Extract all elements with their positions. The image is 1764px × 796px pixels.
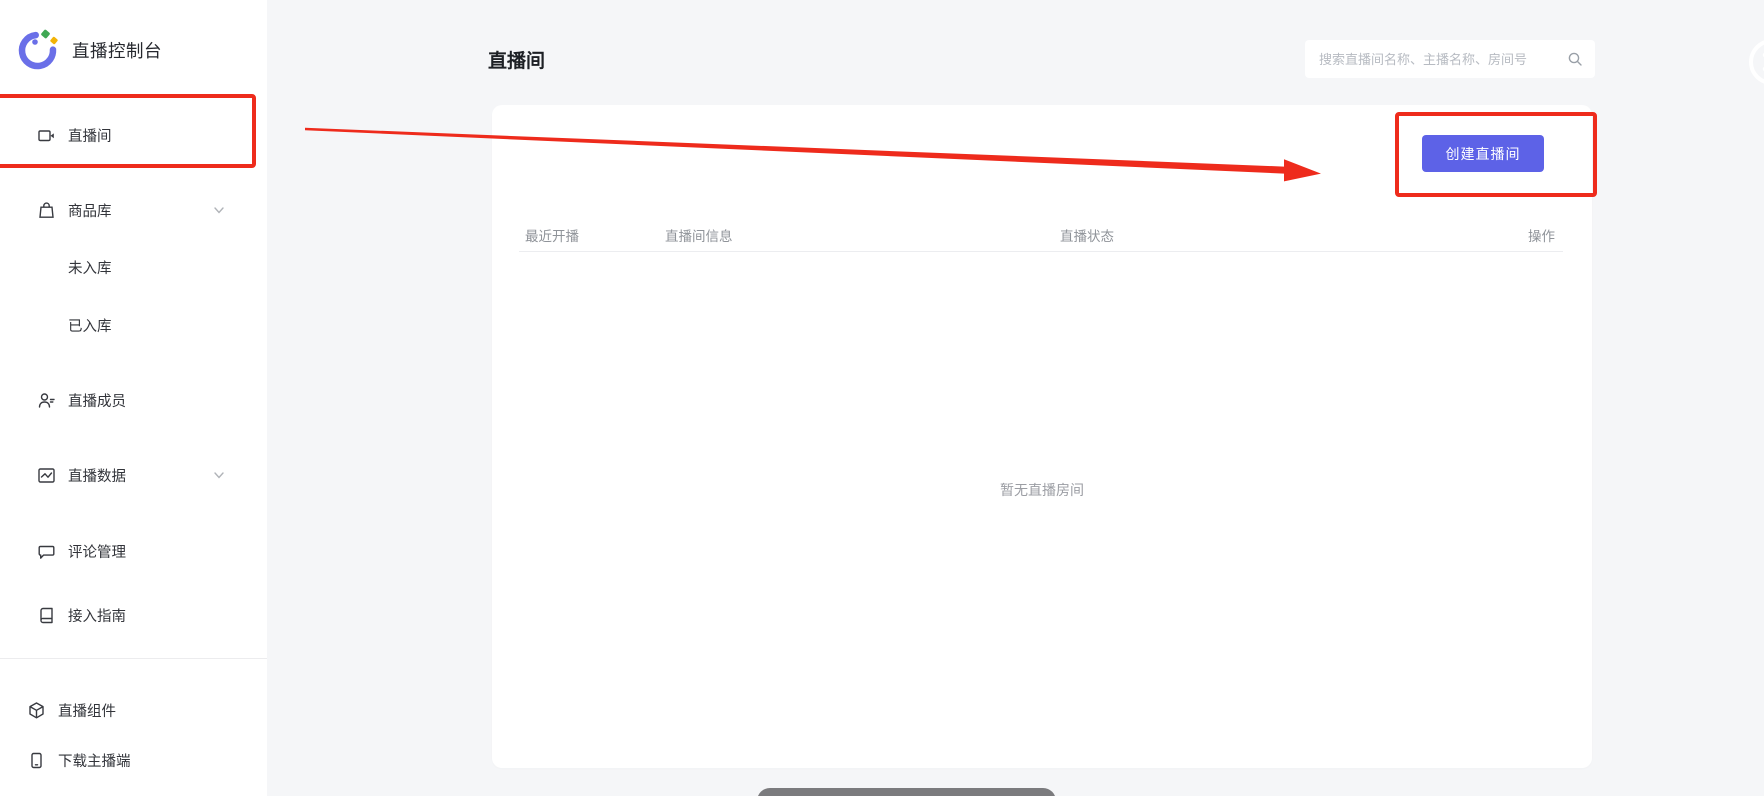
member-person-icon [37,391,56,410]
sidebar-item-label: 直播间 [68,125,112,146]
comment-bubble-icon [37,542,56,561]
chevron-down-icon[interactable] [212,468,226,482]
create-live-room-button[interactable]: 创建直播间 [1422,135,1544,172]
sidebar-divider [0,658,267,659]
phone-icon [27,751,46,770]
sidebar-item-download-anchor-client[interactable]: 下载主播端 [0,740,267,780]
column-header-recent-broadcast: 最近开播 [525,225,579,245]
sidebar-item-access-guide[interactable]: 接入指南 [0,595,267,635]
chevron-down-icon[interactable] [212,203,226,217]
chart-icon [37,466,56,485]
empty-state-text: 暂无直播房间 [492,480,1592,500]
sidebar-item-label: 商品库 [68,200,112,221]
sidebar-item-label: 直播成员 [68,390,126,411]
sidebar-subitem-label: 未入库 [68,257,112,278]
sidebar-item-not-stocked[interactable]: 未入库 [0,247,267,287]
sidebar-item-label: 下载主播端 [58,750,131,771]
brand-name: 直播控制台 [72,38,162,63]
search-box [1305,40,1595,78]
sidebar-item-stocked[interactable]: 已入库 [0,305,267,345]
bottom-toast [757,788,1056,796]
column-header-room-info: 直播间信息 [665,225,733,245]
guide-book-icon [37,606,56,625]
sidebar-item-label: 接入指南 [68,605,126,626]
sidebar-subitem-label: 已入库 [68,315,112,336]
live-room-card: 创建直播间 最近开播 直播间信息 直播状态 操作 暂无直播房间 [492,105,1592,768]
sidebar: 直播控制台 直播间 商品库 未入库 已入库 [0,0,267,796]
video-camera-icon [37,126,56,145]
search-icon[interactable] [1567,51,1583,67]
sidebar-item-live-components[interactable]: 直播组件 [0,690,267,730]
sidebar-item-label: 直播组件 [58,700,116,721]
shopping-bag-icon [37,201,56,220]
cube-icon [27,701,46,720]
brand: 直播控制台 [14,27,162,74]
close-floating-button[interactable] [1738,32,1764,92]
sidebar-item-live-members[interactable]: 直播成员 [0,380,267,420]
sidebar-item-label: 直播数据 [68,465,126,486]
sidebar-item-product-library[interactable]: 商品库 [0,190,267,230]
sidebar-item-label: 评论管理 [68,541,126,562]
column-header-live-status: 直播状态 [1060,225,1114,245]
app-logo-icon [14,27,61,74]
sidebar-item-comment-management[interactable]: 评论管理 [0,531,267,571]
search-input[interactable] [1305,40,1595,78]
sidebar-item-live-room[interactable]: 直播间 [0,115,267,155]
page-title: 直播间 [488,46,545,73]
table-header-row: 最近开播 直播间信息 直播状态 操作 [519,218,1563,252]
sidebar-item-live-data[interactable]: 直播数据 [0,455,267,495]
column-header-actions: 操作 [1528,225,1555,245]
